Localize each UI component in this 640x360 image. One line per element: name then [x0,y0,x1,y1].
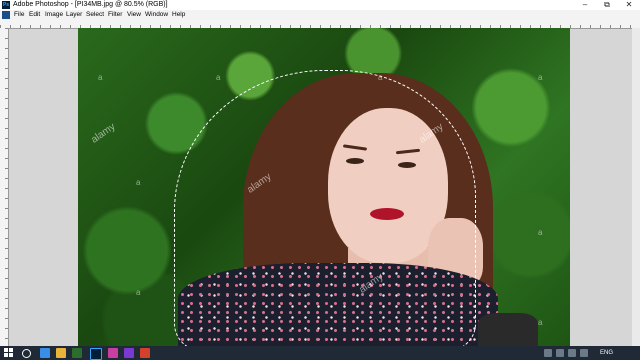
photoshop-icon: Ps [2,1,10,9]
menu-image[interactable]: Image [45,10,63,20]
windows-start-icon[interactable] [4,348,14,358]
network-icon[interactable] [544,349,552,357]
watermark: alamy [89,121,118,146]
notification-icon[interactable] [580,349,588,357]
volume-icon[interactable] [556,349,564,357]
document-canvas[interactable]: alamy alamy alamy alamy a a a a a a a a [78,28,570,346]
menu-layer[interactable]: Layer [66,10,82,20]
vertical-ruler[interactable] [0,28,9,346]
menu-bar: File Edit Image Layer Select Filter View… [0,10,640,20]
app-icon-2[interactable] [124,348,134,358]
app-icon-1[interactable] [108,348,118,358]
menu-window[interactable]: Window [145,10,168,20]
watermark-mark: a [136,288,141,297]
restore-button[interactable]: ⧉ [596,0,618,10]
selection-marquee[interactable] [174,70,476,346]
language-indicator[interactable]: ENG [600,346,613,360]
store-icon[interactable] [72,348,82,358]
title-bar: Ps Adobe Photoshop - [PI34MB.jpg @ 80.5%… [0,0,640,10]
file-explorer-icon[interactable] [56,348,66,358]
window-title: Adobe Photoshop - [PI34MB.jpg @ 80.5% (R… [13,1,168,8]
watermark-mark: a [216,73,221,82]
vertical-scrollbar[interactable] [632,28,640,346]
bench [478,313,538,346]
menu-view[interactable]: View [127,10,141,20]
close-button[interactable]: ✕ [618,0,640,10]
watermark-mark: a [136,178,141,187]
search-icon[interactable] [22,349,31,358]
document-icon[interactable] [2,11,10,19]
menu-file[interactable]: File [14,10,24,20]
menu-filter[interactable]: Filter [108,10,122,20]
task-view-icon[interactable] [40,348,50,358]
menu-help[interactable]: Help [172,10,185,20]
menu-edit[interactable]: Edit [29,10,40,20]
watermark-mark: a [538,318,543,327]
battery-icon[interactable] [568,349,576,357]
watermark-mark: a [378,73,383,82]
watermark-mark: a [538,228,543,237]
taskbar: ENG [0,346,640,360]
menu-select[interactable]: Select [86,10,104,20]
photoshop-taskbar-icon[interactable] [90,348,102,360]
app-icon-3[interactable] [140,348,150,358]
watermark-mark: a [98,73,103,82]
minimize-button[interactable]: – [574,0,596,10]
watermark-mark: a [538,73,543,82]
